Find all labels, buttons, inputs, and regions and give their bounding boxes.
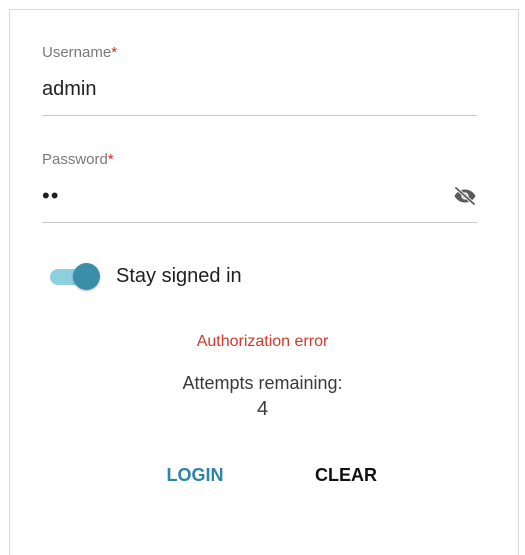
- eye-off-icon[interactable]: [453, 186, 477, 206]
- password-field[interactable]: Password* ••: [42, 151, 477, 233]
- clear-button[interactable]: CLEAR: [310, 462, 382, 488]
- attempts-remaining-label: Attempts remaining:: [182, 373, 343, 393]
- login-button[interactable]: LOGIN: [162, 462, 228, 488]
- username-label-text: Username: [42, 44, 112, 61]
- password-input[interactable]: ••: [42, 183, 59, 209]
- username-required-mark: *: [111, 44, 118, 61]
- password-underline: [42, 222, 477, 223]
- stay-signed-in-row: Stay signed in: [50, 262, 242, 290]
- stay-signed-in-label: Stay signed in: [116, 264, 242, 287]
- password-label-text: Password: [42, 151, 108, 168]
- stay-signed-in-toggle[interactable]: [50, 263, 100, 290]
- username-underline: [42, 115, 477, 116]
- username-input[interactable]: admin: [42, 78, 96, 101]
- username-label: Username*: [42, 44, 117, 61]
- authorization-error-message: Authorization error: [196, 333, 329, 350]
- attempts-remaining-count: 4: [256, 398, 269, 420]
- password-required-mark: *: [107, 151, 114, 168]
- password-label: Password*: [42, 151, 114, 168]
- toggle-knob: [73, 263, 100, 290]
- username-field[interactable]: Username* admin: [42, 44, 477, 126]
